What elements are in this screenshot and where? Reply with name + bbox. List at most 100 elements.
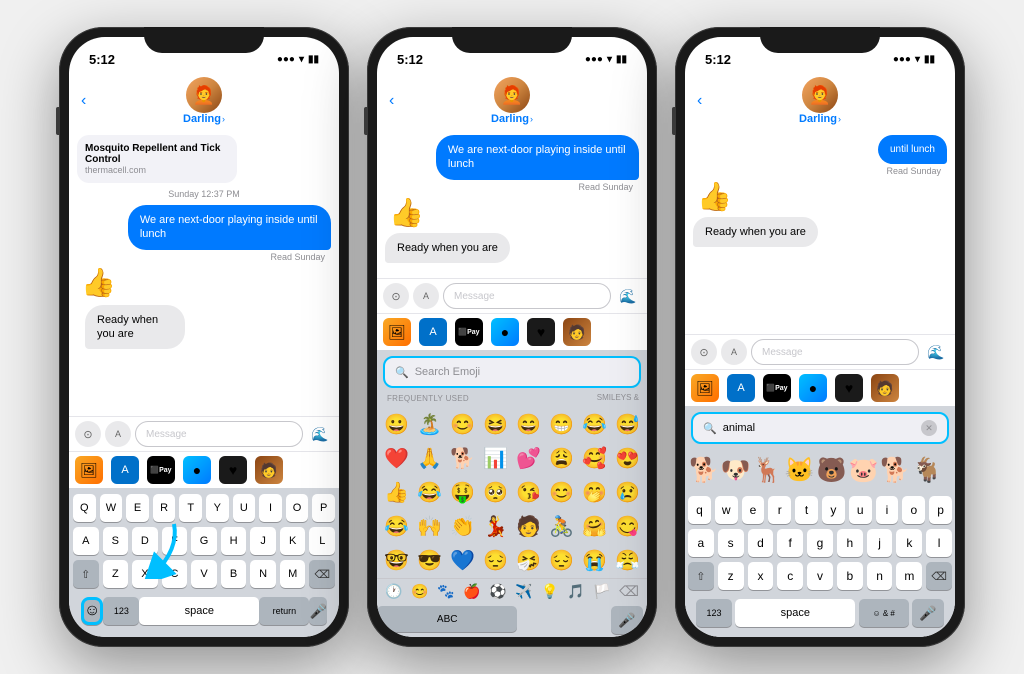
animal-emoji-3[interactable]: 🦌 [753, 450, 783, 490]
key-delete[interactable]: ⌫ [309, 560, 335, 588]
key-w[interactable]: W [100, 494, 123, 522]
dark-app-1[interactable]: ♥ [219, 456, 247, 484]
emoji-cell[interactable]: 😭 [579, 544, 610, 576]
emoji-cell[interactable]: 😀 [381, 408, 412, 440]
key-123-3[interactable]: 123 [696, 599, 732, 627]
message-field-3[interactable]: Message [751, 339, 919, 365]
animoji-app-1[interactable]: ● [183, 456, 211, 484]
emoji-cell[interactable]: 😔 [480, 544, 511, 576]
key-z-3[interactable]: z [718, 562, 744, 590]
key-q-3[interactable]: q [688, 496, 711, 524]
key-r[interactable]: R [153, 494, 176, 522]
emoji-cell[interactable]: 💕 [513, 442, 544, 474]
key-j[interactable]: J [250, 527, 276, 555]
emoji-cell[interactable]: 🤧 [513, 544, 544, 576]
back-button-2[interactable]: ‹ [389, 92, 394, 110]
emoji-cell[interactable]: 😎 [414, 544, 445, 576]
key-e[interactable]: E [126, 494, 149, 522]
key-n-3[interactable]: n [867, 562, 893, 590]
emoji-cell[interactable]: 🏝️ [414, 408, 445, 440]
emoji-cell[interactable]: 👏 [447, 510, 478, 542]
key-n[interactable]: N [250, 560, 276, 588]
key-g[interactable]: G [191, 527, 217, 555]
applepay-app-2[interactable]: ⬛Pay [455, 318, 483, 346]
key-p[interactable]: P [312, 494, 335, 522]
key-k[interactable]: K [280, 527, 306, 555]
emoji-delete[interactable]: ⌫ [619, 583, 639, 600]
emoji-cell[interactable]: 🤗 [579, 510, 610, 542]
emoji-cat-smileys[interactable]: 😊 [411, 583, 428, 600]
camera-btn-3[interactable]: ⊙ [691, 339, 717, 365]
key-y[interactable]: Y [206, 494, 229, 522]
key-i[interactable]: I [259, 494, 282, 522]
key-f-3[interactable]: f [777, 529, 803, 557]
key-m-3[interactable]: m [896, 562, 922, 590]
emoji-cell[interactable]: 🤓 [381, 544, 412, 576]
back-button-1[interactable]: ‹ [81, 92, 86, 110]
emoji-cell[interactable]: 🙌 [414, 510, 445, 542]
contact-info-1[interactable]: 🧑‍🦰 Darling › [183, 77, 225, 125]
key-shift-3[interactable]: ⇧ [688, 562, 714, 590]
key-shift[interactable]: ⇧ [73, 560, 99, 588]
emoji-cell[interactable]: 😍 [612, 442, 643, 474]
animoji-app-2[interactable]: ● [491, 318, 519, 346]
emoji-cell[interactable]: 😊 [546, 476, 577, 508]
emoji-cat-symbols[interactable]: 🎵 [567, 583, 584, 600]
key-k-3[interactable]: k [896, 529, 922, 557]
key-r-3[interactable]: r [768, 496, 791, 524]
applepay-app-3[interactable]: ⬛Pay [763, 374, 791, 402]
emoji-cell[interactable]: 😤 [612, 544, 643, 576]
dark-app-3[interactable]: ♥ [835, 374, 863, 402]
animal-emoji-1[interactable]: 🐕 [689, 450, 719, 490]
emoji-cell[interactable]: 😩 [546, 442, 577, 474]
photos-app-2[interactable]: 🖼 [383, 318, 411, 346]
key-v-3[interactable]: v [807, 562, 833, 590]
emoji-cell[interactable]: 😘 [513, 476, 544, 508]
apps-btn-1[interactable]: A [105, 421, 131, 447]
key-i-3[interactable]: i [876, 496, 899, 524]
abc-key-2[interactable]: ABC [377, 606, 517, 632]
emoji-cell[interactable]: 😋 [612, 510, 643, 542]
key-a-3[interactable]: a [688, 529, 714, 557]
back-button-3[interactable]: ‹ [697, 92, 702, 110]
key-t-3[interactable]: t [795, 496, 818, 524]
key-m[interactable]: M [280, 560, 306, 588]
camera-btn-2[interactable]: ⊙ [383, 283, 409, 309]
emoji-cell[interactable]: 😔 [546, 544, 577, 576]
emoji-cell[interactable]: 😂 [579, 408, 610, 440]
mic-btn-2[interactable]: 🎤 [611, 606, 643, 634]
animal-emoji-6[interactable]: 🐷 [848, 450, 878, 490]
key-u-3[interactable]: u [849, 496, 872, 524]
appstore-app-2[interactable]: A [419, 318, 447, 346]
audio-btn-1[interactable]: 🌊 [307, 421, 333, 447]
message-field-2[interactable]: Message [443, 283, 611, 309]
emoji-cell[interactable]: 🐕 [447, 442, 478, 474]
emoji-cat-recent[interactable]: 🕐 [385, 583, 402, 600]
key-g-3[interactable]: g [807, 529, 833, 557]
key-j-3[interactable]: j [867, 529, 893, 557]
key-delete-3[interactable]: ⌫ [926, 562, 952, 590]
audio-btn-2[interactable]: 🌊 [615, 283, 641, 309]
apps-btn-3[interactable]: A [721, 339, 747, 365]
clear-search-icon[interactable]: ✕ [921, 420, 937, 436]
animal-emoji-7[interactable]: 🐕 [880, 450, 910, 490]
key-u[interactable]: U [233, 494, 256, 522]
emoji-cell[interactable]: 👍 [381, 476, 412, 508]
emoji-cell[interactable]: 😆 [480, 408, 511, 440]
key-b[interactable]: B [221, 560, 247, 588]
key-q[interactable]: Q [73, 494, 96, 522]
appstore-app-1[interactable]: A [111, 456, 139, 484]
memoji-app-1[interactable]: 🧑 [255, 456, 283, 484]
emoji-cell[interactable]: 🤭 [579, 476, 610, 508]
key-s-3[interactable]: s [718, 529, 744, 557]
animal-emoji-5[interactable]: 🐻 [817, 450, 847, 490]
animoji-app-3[interactable]: ● [799, 374, 827, 402]
key-v[interactable]: V [191, 560, 217, 588]
mic-button-3[interactable]: 🎤 [912, 599, 944, 627]
key-x-3[interactable]: x [748, 562, 774, 590]
emoji-cell[interactable]: 🤑 [447, 476, 478, 508]
emoji-cell[interactable]: 🥰 [579, 442, 610, 474]
key-t[interactable]: T [179, 494, 202, 522]
dark-app-2[interactable]: ♥ [527, 318, 555, 346]
key-space-1[interactable]: space [139, 597, 259, 625]
